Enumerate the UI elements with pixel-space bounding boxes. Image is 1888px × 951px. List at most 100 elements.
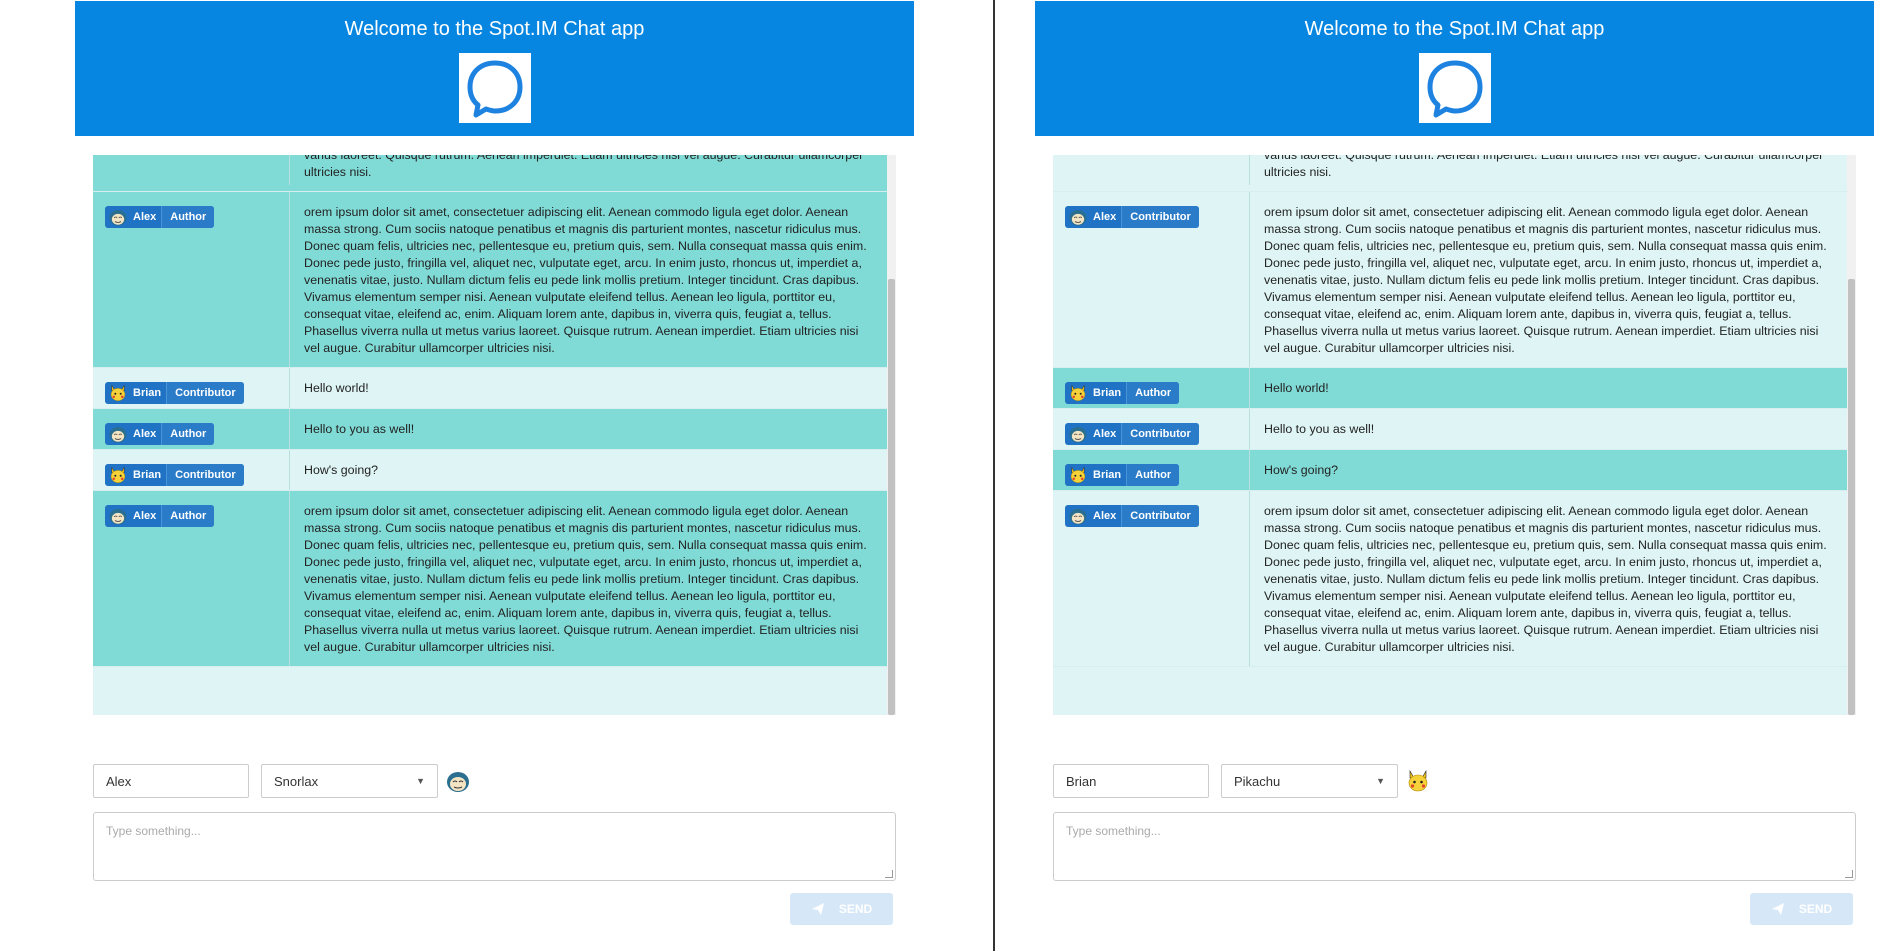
author-role-badge: Author	[161, 505, 215, 527]
message-author-cell: Alex Author	[93, 491, 290, 666]
username-input[interactable]: Alex	[93, 764, 249, 798]
message-author-cell: Alex Contributor	[1053, 192, 1250, 367]
list-item: Brian Author Hello world!	[1053, 368, 1847, 409]
chat-window-right: Welcome to the Spot.IM Chat app varius l…	[995, 0, 1888, 951]
message-text: Hello world!	[304, 381, 369, 395]
scrollbar-thumb[interactable]	[1848, 279, 1855, 715]
snorlax-avatar-icon	[105, 423, 131, 445]
message-author-cell: Brian Author	[1053, 368, 1250, 408]
avatar-select-value: Pikachu	[1234, 773, 1281, 789]
author-role-badge: Contributor	[166, 382, 244, 404]
resize-handle[interactable]	[885, 870, 893, 878]
app-title: Welcome to the Spot.IM Chat app	[344, 18, 645, 40]
chat-bubble-icon	[467, 60, 522, 118]
user-badge: Alex Author	[105, 423, 215, 445]
resize-handle[interactable]	[1845, 870, 1853, 878]
list-item: Alex Author Hello to you as well!	[93, 409, 887, 450]
chevron-down-icon: ▼	[416, 776, 425, 786]
chat-bubble-icon	[1427, 60, 1482, 118]
app-logo	[458, 53, 531, 123]
message-text: orem ipsum dolor sit amet, consectetuer …	[1264, 504, 1827, 654]
avatar-select-value: Snorlax	[274, 773, 319, 789]
snorlax-avatar-icon	[105, 206, 131, 228]
message-author-cell	[1053, 155, 1250, 185]
scrollbar-thumb[interactable]	[888, 279, 895, 715]
avatar-select[interactable]: Pikachu ▼	[1221, 764, 1398, 798]
composer-controls: Alex Snorlax ▼	[93, 764, 472, 798]
username-input[interactable]: Brian	[1053, 764, 1209, 798]
author-role-badge: Author	[1126, 464, 1180, 486]
message-author-cell: Alex Contributor	[1053, 409, 1250, 449]
message-text: varius laoreet. Quisque rutrum. Aenean i…	[1264, 155, 1824, 179]
user-badge: Alex Contributor	[1065, 505, 1199, 527]
messages-scroll: varius laoreet. Quisque rutrum. Aenean i…	[93, 155, 887, 667]
composer-controls: Brian Pikachu ▼	[1053, 764, 1432, 798]
send-label: SEND	[838, 902, 873, 916]
user-badge: Brian Contributor	[105, 464, 244, 486]
pikachu-avatar-icon	[1065, 382, 1091, 404]
message-list[interactable]: varius laoreet. Quisque rutrum. Aenean i…	[93, 155, 896, 715]
author-name: Alex	[1093, 428, 1117, 440]
paper-plane-icon	[811, 903, 824, 915]
app-header: Welcome to the Spot.IM Chat app	[1035, 1, 1874, 136]
author-name: Alex	[133, 211, 157, 223]
message-author-cell: Brian Contributor	[93, 368, 290, 408]
list-item: Brian Contributor Hello world!	[93, 368, 887, 409]
scrollbar[interactable]	[887, 155, 896, 715]
list-item: Alex Author orem ipsum dolor sit amet, con…	[93, 192, 887, 368]
user-badge: Brian Author	[1065, 464, 1180, 486]
pikachu-avatar-icon	[1065, 464, 1091, 486]
list-item: Alex Author orem ipsum dolor sit amet, con…	[93, 491, 887, 667]
message-text: orem ipsum dolor sit amet, consectetuer …	[1264, 205, 1827, 355]
author-name: Alex	[133, 428, 157, 440]
message-text: orem ipsum dolor sit amet, consectetuer …	[304, 504, 867, 654]
author-name: Brian	[1093, 469, 1122, 481]
list-item: Brian Author How's going?	[1053, 450, 1847, 491]
message-list[interactable]: varius laoreet. Quisque rutrum. Aenean i…	[1053, 155, 1856, 715]
message-text: Hello world!	[1264, 381, 1329, 395]
author-name: Brian	[133, 469, 162, 481]
scrollbar[interactable]	[1847, 155, 1856, 715]
message-text: Hello to you as well!	[1264, 422, 1375, 436]
author-role-badge: Contributor	[1121, 206, 1199, 228]
send-button[interactable]: SEND	[790, 893, 893, 925]
snorlax-avatar-icon	[105, 505, 131, 527]
paper-plane-icon	[1771, 903, 1784, 915]
message-author-cell: Alex Author	[93, 192, 290, 367]
user-badge: Alex Author	[105, 505, 215, 527]
message-text: varius laoreet. Quisque rutrum. Aenean i…	[304, 155, 864, 179]
split-screen: Welcome to the Spot.IM Chat app varius l…	[0, 0, 1888, 951]
app-title: Welcome to the Spot.IM Chat app	[1304, 18, 1605, 40]
chevron-down-icon: ▼	[1376, 776, 1385, 786]
author-name: Alex	[1093, 510, 1117, 522]
chat-window-left: Welcome to the Spot.IM Chat app varius l…	[0, 0, 993, 951]
message-placeholder: Type something...	[1066, 824, 1161, 838]
message-text: How's going?	[304, 463, 378, 477]
message-author-cell: Alex Author	[93, 409, 290, 449]
message-textarea[interactable]: Type something...	[93, 812, 896, 881]
app-logo	[1418, 53, 1491, 123]
message-text: How's going?	[1264, 463, 1338, 477]
message-placeholder: Type something...	[106, 824, 201, 838]
author-role-badge: Author	[1126, 382, 1180, 404]
author-name: Brian	[1093, 387, 1122, 399]
author-name: Alex	[1093, 211, 1117, 223]
message-author-cell	[93, 155, 290, 185]
list-item: Alex Contributor orem ipsum dolor sit amet…	[1053, 192, 1847, 368]
message-textarea[interactable]: Type something...	[1053, 812, 1856, 881]
user-badge: Alex Contributor	[1065, 206, 1199, 228]
list-item: Alex Contributor orem ipsum dolor sit amet…	[1053, 491, 1847, 667]
list-item: varius laoreet. Quisque rutrum. Aenean i…	[1053, 155, 1847, 192]
user-badge: Alex Contributor	[1065, 423, 1199, 445]
user-badge: Brian Contributor	[105, 382, 244, 404]
pikachu-avatar-icon	[105, 464, 131, 486]
snorlax-avatar-icon	[444, 767, 472, 795]
message-text: Hello to you as well!	[304, 422, 415, 436]
message-author-cell: Brian Contributor	[93, 450, 290, 490]
user-badge: Alex Author	[105, 206, 215, 228]
snorlax-avatar-icon	[1065, 505, 1091, 527]
list-item: varius laoreet. Quisque rutrum. Aenean i…	[93, 155, 887, 192]
send-button[interactable]: SEND	[1750, 893, 1853, 925]
app-header: Welcome to the Spot.IM Chat app	[75, 1, 914, 136]
avatar-select[interactable]: Snorlax ▼	[261, 764, 438, 798]
